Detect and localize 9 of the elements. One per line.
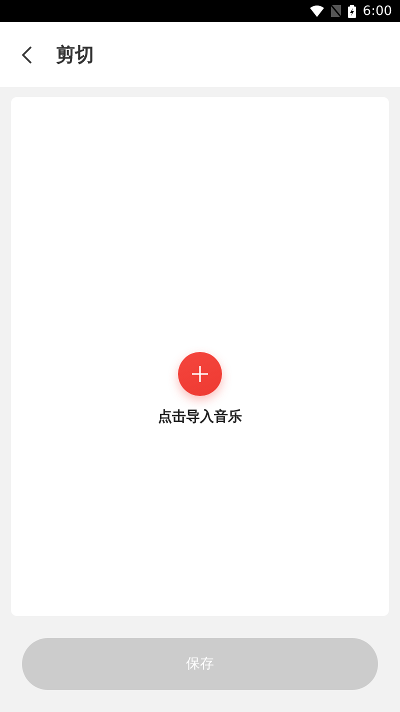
page-title: 剪切 [56, 42, 94, 68]
back-icon [22, 46, 32, 64]
no-signal-icon [330, 5, 341, 17]
wifi-icon [310, 5, 324, 17]
plus-icon [191, 364, 209, 382]
add-button[interactable] [178, 352, 222, 396]
status-time: 6:00 [362, 4, 392, 18]
battery-icon [348, 4, 356, 18]
import-music-label: 点击导入音乐 [158, 408, 242, 426]
